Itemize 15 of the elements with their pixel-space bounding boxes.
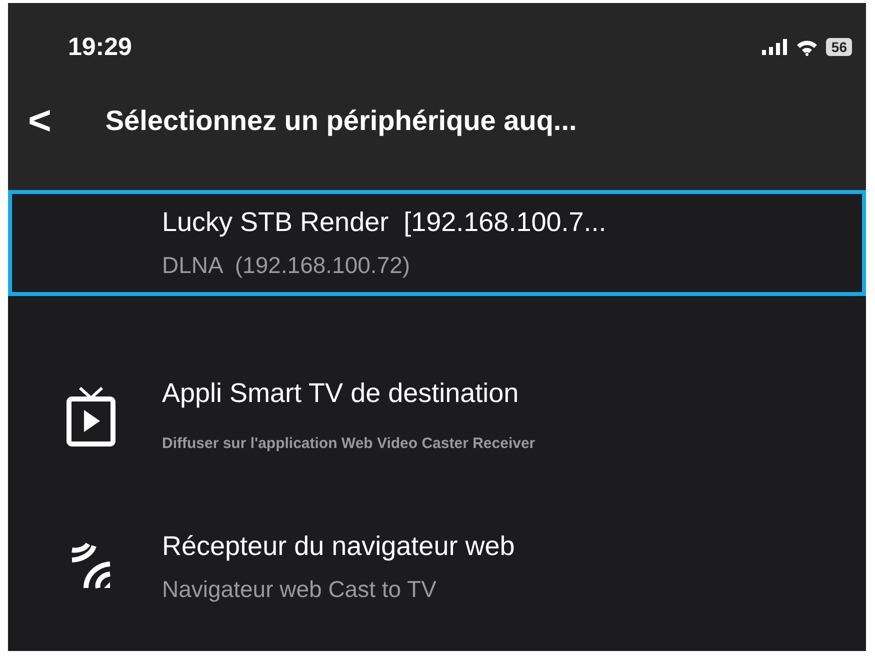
wifi-icon	[796, 38, 818, 56]
signal-icon	[762, 39, 788, 55]
back-button[interactable]: <	[28, 101, 52, 141]
device-item[interactable]: Lucky STB Render [192.168.100.7... DLNA (192.168.100.72)	[8, 190, 866, 296]
status-time: 19:29	[68, 32, 132, 62]
device-name: Récepteur du navigateur web	[162, 531, 515, 562]
device-name: Lucky STB Render [192.168.100.7...	[162, 207, 606, 238]
page-title: Sélectionnez un périphérique auq...	[105, 105, 577, 137]
device-description: Navigateur web Cast to TV	[162, 576, 438, 603]
device-description: Diffuser sur l'application Web Video Caster Receiver	[162, 435, 536, 452]
device-item[interactable]: Appli Smart TV de destination Diffuser sur l'application Web Video Caster Receiver	[8, 340, 866, 490]
device-description: DLNA (192.168.100.72)	[162, 252, 412, 279]
battery-indicator: 56	[826, 38, 852, 56]
device-item[interactable]: Récepteur du navigateur web Navigateur web Cast to TV	[8, 514, 866, 620]
device-name: Appli Smart TV de destination	[162, 378, 520, 409]
